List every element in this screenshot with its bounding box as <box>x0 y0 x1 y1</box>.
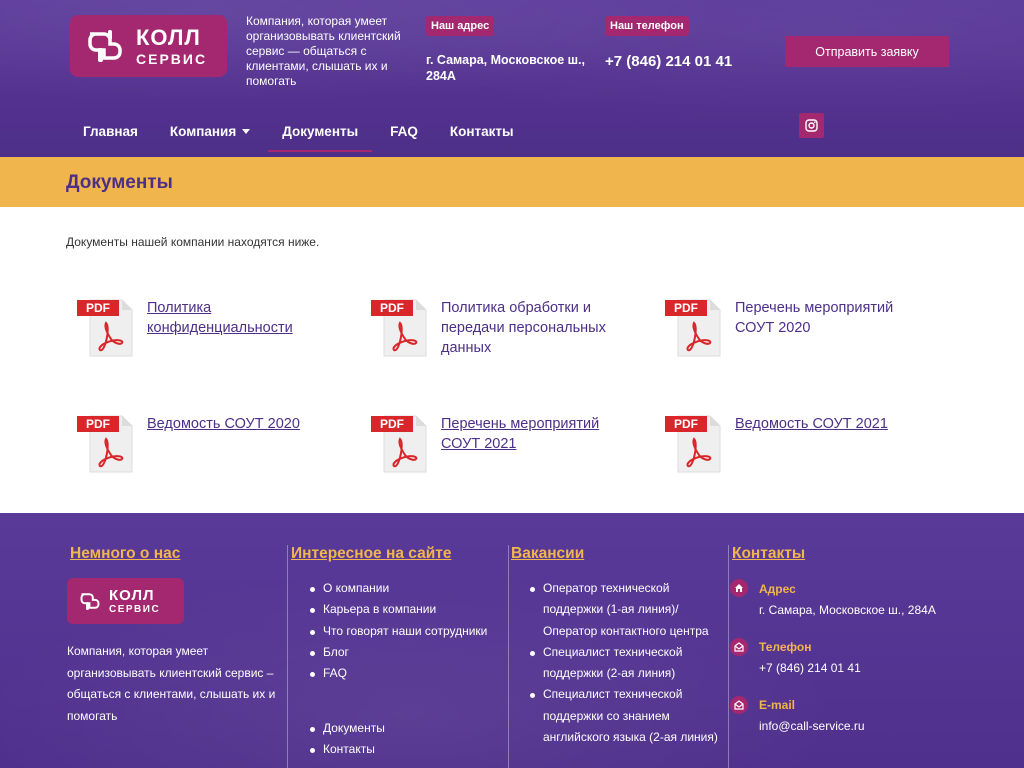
footer-contacts: Контакты <box>732 545 805 563</box>
footer-heading[interactable]: Немного о нас <box>70 545 180 563</box>
contact-phone-label: Телефон <box>759 640 812 654</box>
svg-text:PDF: PDF <box>380 417 404 431</box>
footer-link[interactable]: Документы <box>308 718 385 739</box>
document-link[interactable]: Ведомость СОУТ 2021 <box>735 414 888 473</box>
contact-address-label: Адрес <box>759 582 796 596</box>
nav-item-label: Документы <box>282 123 359 139</box>
footer-links: О компании Карьера в компании Что говоря… <box>308 578 487 684</box>
logo-subtitle: СЕРВИС <box>136 50 208 67</box>
svg-text:PDF: PDF <box>674 417 698 431</box>
page-intro: Документы нашей компании находятся ниже. <box>66 235 320 249</box>
header-tagline: Компания, которая умеет организовывать к… <box>246 14 401 88</box>
document-link[interactable]: Политика конфиденциальности <box>147 298 336 357</box>
nav-item-contacts[interactable]: Контакты <box>434 112 530 150</box>
document-item: PDF Политика обработки и передачи персон… <box>370 297 630 358</box>
footer-heading[interactable]: Вакансии <box>511 545 584 563</box>
pdf-icon[interactable]: PDF <box>664 413 722 473</box>
svg-text:PDF: PDF <box>86 301 110 315</box>
footer-link[interactable]: Блог <box>308 642 487 663</box>
logo-title: КОЛЛ <box>109 586 155 604</box>
phone-label: Наш телефон <box>605 16 689 36</box>
logo-title: КОЛЛ <box>136 24 201 50</box>
pdf-icon[interactable]: PDF <box>76 413 134 473</box>
document-link[interactable]: Политика обработки и передачи персональн… <box>441 298 630 358</box>
main-nav: Главная Компания Документы FAQ Контакты <box>67 112 530 152</box>
footer-divider <box>728 545 729 768</box>
site-logo[interactable]: КОЛЛ СЕРВИС <box>70 15 227 77</box>
page-title: Документы <box>66 172 173 193</box>
document-item: PDF Перечень мероприятий СОУТ 2020 <box>664 297 924 357</box>
footer-logo[interactable]: КОЛЛ СЕРВИС <box>67 578 184 624</box>
footer-divider <box>287 545 288 768</box>
nav-item-label: Главная <box>83 123 138 139</box>
document-item: PDF Ведомость СОУТ 2020 <box>76 413 336 473</box>
footer-link[interactable]: О компании <box>308 578 487 599</box>
footer-divider <box>508 545 509 768</box>
footer-links-secondary: Документы Контакты <box>308 718 385 761</box>
svg-text:PDF: PDF <box>380 301 404 315</box>
nav-item-label: Контакты <box>449 123 514 139</box>
instagram-icon <box>805 119 818 132</box>
svg-text:PDF: PDF <box>674 301 698 315</box>
logo-subtitle: СЕРВИС <box>109 603 161 615</box>
logo-mark-icon <box>88 30 122 62</box>
instagram-button[interactable] <box>799 113 824 138</box>
footer-link[interactable]: Контакты <box>308 739 385 760</box>
footer-link[interactable]: FAQ <box>308 663 487 684</box>
nav-item-documents[interactable]: Документы <box>266 112 374 152</box>
pdf-icon[interactable]: PDF <box>664 297 722 357</box>
footer-link[interactable]: Карьера в компании <box>308 599 487 620</box>
phone-value[interactable]: +7 (846) 214 01 41 <box>605 53 732 70</box>
contact-email-value[interactable]: info@call-service.ru <box>759 719 865 733</box>
nav-item-label: FAQ <box>390 123 418 139</box>
vacancy-link[interactable]: Специалист технической поддержки со знан… <box>528 684 723 748</box>
pdf-icon[interactable]: PDF <box>370 413 428 473</box>
nav-item-label: Компания <box>169 123 237 139</box>
site-header: КОЛЛ СЕРВИС Компания, которая умеет орга… <box>0 0 1024 157</box>
pdf-icon[interactable]: PDF <box>370 297 428 357</box>
svg-text:PDF: PDF <box>86 417 110 431</box>
nav-item-home[interactable]: Главная <box>67 112 154 150</box>
email-icon <box>730 696 748 714</box>
document-link[interactable]: Перечень мероприятий СОУТ 2021 <box>441 414 630 473</box>
contact-email-label: E-mail <box>759 698 796 712</box>
footer-vacancies-list: Оператор технической поддержки (1-ая лин… <box>528 578 723 748</box>
send-request-button[interactable]: Отправить заявку <box>785 36 949 67</box>
nav-item-company[interactable]: Компания <box>154 112 266 150</box>
page-title-bar: Документы <box>0 157 1024 207</box>
phone-icon <box>730 638 748 656</box>
home-icon <box>730 579 748 597</box>
contact-address-value: г. Самара, Московское ш., 284А <box>759 603 936 617</box>
nav-item-faq[interactable]: FAQ <box>374 112 434 150</box>
vacancy-link[interactable]: Специалист технической поддержки (2-ая л… <box>528 642 723 685</box>
footer-heading[interactable]: Контакты <box>732 545 805 563</box>
chevron-down-icon <box>242 128 251 134</box>
pdf-icon[interactable]: PDF <box>76 297 134 357</box>
document-item: PDF Политика конфиденциальности <box>76 297 336 357</box>
document-item: PDF Перечень мероприятий СОУТ 2021 <box>370 413 630 473</box>
contact-phone-value[interactable]: +7 (846) 214 01 41 <box>759 661 861 675</box>
document-link[interactable]: Ведомость СОУТ 2020 <box>147 414 300 473</box>
footer-link[interactable]: Что говорят наши сотрудники <box>308 621 487 642</box>
footer-about: Немного о нас <box>70 545 180 563</box>
document-item: PDF Ведомость СОУТ 2021 <box>664 413 924 473</box>
logo-mark-icon <box>80 593 100 611</box>
footer-heading[interactable]: Интересное на сайте <box>291 545 451 563</box>
footer-vacancies: Вакансии <box>511 545 584 563</box>
address-value: г. Самара, Московское ш., 284А <box>426 53 586 83</box>
address-label: Наш адрес <box>426 16 495 36</box>
footer-interesting: Интересное на сайте <box>291 545 451 563</box>
footer-about-text: Компания, которая умеет организовывать к… <box>67 644 276 723</box>
document-link[interactable]: Перечень мероприятий СОУТ 2020 <box>735 298 924 357</box>
vacancy-link[interactable]: Оператор технической поддержки (1-ая лин… <box>528 578 723 642</box>
